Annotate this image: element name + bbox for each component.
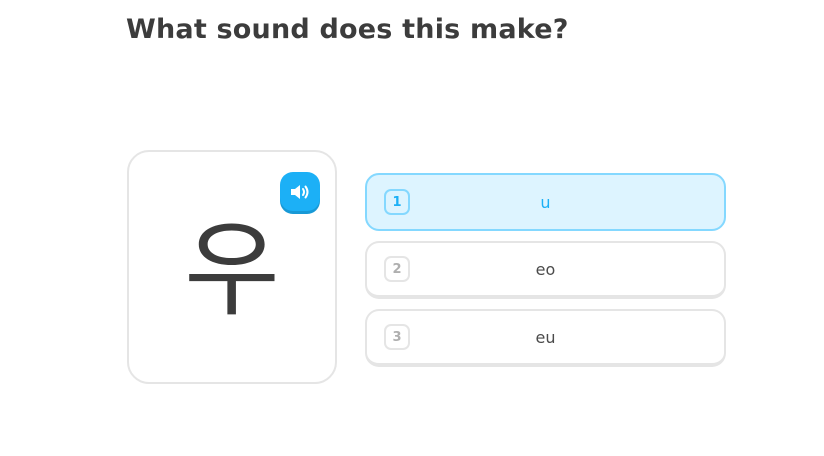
answer-option-1[interactable]: 1 u <box>365 173 726 231</box>
lesson-page: What sound does this make? 우 1 u 2 eo 3 … <box>0 0 824 456</box>
option-label: eo <box>535 259 556 279</box>
character-card: 우 <box>127 150 337 384</box>
option-label: eu <box>535 327 556 347</box>
answer-option-3[interactable]: 3 eu <box>365 309 726 367</box>
speaker-icon <box>289 182 311 202</box>
play-audio-button[interactable] <box>280 172 320 211</box>
korean-character: 우 <box>184 209 280 331</box>
option-label: u <box>540 192 551 212</box>
challenge-title: What sound does this make? <box>126 14 569 45</box>
answer-options: 1 u 2 eo 3 eu <box>365 173 726 377</box>
answer-option-2[interactable]: 2 eo <box>365 241 726 299</box>
